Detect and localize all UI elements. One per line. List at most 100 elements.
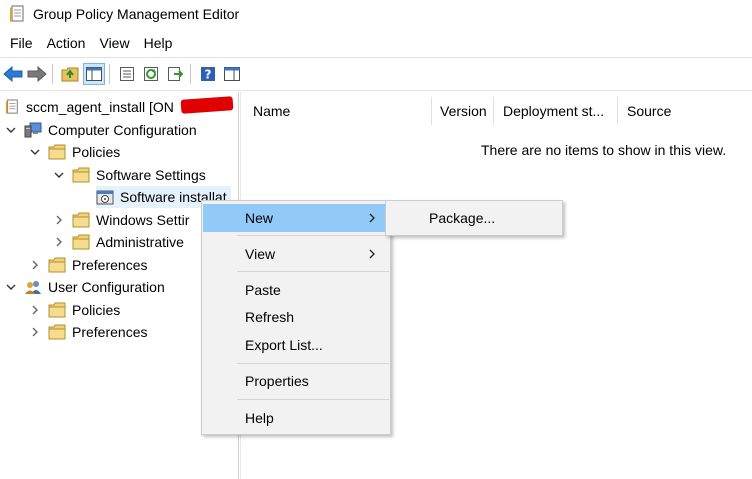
column-header-source[interactable]: Source <box>618 97 752 125</box>
toolbar-separator <box>190 64 191 84</box>
show-hide-tree-icon <box>86 67 102 81</box>
refresh-icon <box>144 67 158 81</box>
menu-separator <box>237 399 389 400</box>
up-folder-icon <box>61 67 79 82</box>
tree-item-software-settings[interactable]: Software Settings <box>52 164 206 186</box>
menu-item-export-list[interactable]: Export List... <box>203 331 389 359</box>
properties-button[interactable] <box>116 63 138 85</box>
menu-item-refresh[interactable]: Refresh <box>203 303 389 331</box>
menu-item-new[interactable]: New <box>203 204 389 232</box>
tree-item-computer-configuration[interactable]: Computer Configuration <box>4 119 197 141</box>
empty-list-message: There are no items to show in this view. <box>481 142 727 158</box>
tree-item-root[interactable]: sccm_agent_install [ON <box>5 96 174 118</box>
gpo-editor-app-icon <box>10 5 24 22</box>
tree-item-cc-policies[interactable]: Policies <box>28 141 120 163</box>
chevron-right-icon <box>369 213 375 223</box>
toolbar-separator <box>109 64 110 84</box>
column-header-version[interactable]: Version <box>432 97 494 125</box>
tree-label: User Configuration <box>48 279 165 295</box>
action-pane-icon <box>224 67 240 81</box>
menu-separator <box>237 363 389 364</box>
toolbar: ? <box>0 60 243 88</box>
chevron-right-icon[interactable] <box>52 235 66 249</box>
tree-item-windows-settings[interactable]: Windows Settir <box>52 209 189 231</box>
chevron-down-icon[interactable] <box>4 123 18 137</box>
context-menu: New View Paste Refresh Export List... Pr… <box>201 200 391 435</box>
tree-item-cc-preferences[interactable]: Preferences <box>28 254 147 276</box>
folder-icon <box>48 302 66 318</box>
help-button[interactable]: ? <box>197 63 219 85</box>
chevron-right-icon[interactable] <box>52 213 66 227</box>
software-installation-icon <box>96 190 114 205</box>
folder-icon <box>48 257 66 273</box>
chevron-right-icon[interactable] <box>28 258 42 272</box>
menu-item-help[interactable]: Help <box>203 404 389 432</box>
tree-label: Preferences <box>72 257 148 273</box>
toolbar-separator <box>52 64 53 84</box>
menu-bar: File Action View Help <box>0 31 179 55</box>
properties-icon <box>120 67 134 81</box>
show-hide-console-tree-button[interactable] <box>83 63 105 85</box>
chevron-right-icon[interactable] <box>28 303 42 317</box>
menu-item-label: Help <box>245 410 274 426</box>
column-header-name[interactable]: Name <box>242 97 432 125</box>
menu-separator <box>0 57 752 58</box>
tree-item-user-configuration[interactable]: User Configuration <box>4 276 165 298</box>
export-list-icon <box>168 67 183 81</box>
computer-configuration-icon <box>24 122 42 138</box>
menu-item-paste[interactable]: Paste <box>203 276 389 304</box>
menu-item-label: Refresh <box>245 309 295 325</box>
title-bar: Group Policy Management Editor <box>0 0 752 28</box>
menu-file[interactable]: File <box>0 35 40 51</box>
folder-icon <box>72 167 90 183</box>
help-icon: ? <box>201 67 215 82</box>
menu-action[interactable]: Action <box>40 35 93 51</box>
refresh-button[interactable] <box>140 63 162 85</box>
tree-label: Windows Settir <box>96 212 190 228</box>
menu-item-label: New <box>245 210 274 226</box>
user-configuration-icon <box>25 281 41 294</box>
new-submenu: Package... <box>385 200 563 236</box>
chevron-down-icon[interactable] <box>52 168 66 182</box>
chevron-down-icon[interactable] <box>4 280 18 294</box>
gpo-document-icon <box>5 99 18 114</box>
tree-label: Computer Configuration <box>48 122 197 138</box>
menu-item-properties[interactable]: Properties <box>203 367 389 395</box>
folder-icon <box>72 234 90 250</box>
menu-view[interactable]: View <box>92 35 136 51</box>
tree-label: sccm_agent_install [ON <box>26 99 174 115</box>
menu-separator <box>237 271 389 272</box>
menu-item-label: Properties <box>245 373 309 389</box>
menu-item-package[interactable]: Package... <box>387 204 561 232</box>
menu-item-label: View <box>245 246 276 262</box>
menu-separator <box>237 235 389 236</box>
toolbar-separator-line <box>0 90 752 91</box>
menu-item-label: Export List... <box>245 337 323 353</box>
show-hide-action-pane-button[interactable] <box>221 63 243 85</box>
folder-icon <box>72 212 90 228</box>
column-header-deployment-state[interactable]: Deployment st... <box>494 97 618 125</box>
folder-icon <box>48 144 66 160</box>
svg-text:?: ? <box>205 68 212 82</box>
chevron-right-icon[interactable] <box>28 325 42 339</box>
forward-icon <box>27 66 47 82</box>
window-title: Group Policy Management Editor <box>33 6 240 22</box>
menu-item-view[interactable]: View <box>203 240 389 268</box>
menu-item-label: Paste <box>245 282 281 298</box>
forward-button[interactable] <box>26 63 48 85</box>
chevron-down-icon[interactable] <box>28 145 42 159</box>
tree-item-uc-preferences[interactable]: Preferences <box>28 321 147 343</box>
menu-item-label: Package... <box>429 210 496 226</box>
back-button[interactable] <box>2 63 24 85</box>
menu-help[interactable]: Help <box>137 35 180 51</box>
folder-icon <box>48 324 66 340</box>
tree-label: Policies <box>72 302 121 318</box>
tree-item-uc-policies[interactable]: Policies <box>28 299 120 321</box>
tree-label: Administrative <box>96 234 184 250</box>
tree-label: Preferences <box>72 324 148 340</box>
export-list-button[interactable] <box>164 63 186 85</box>
tree-label: Software Settings <box>96 167 206 183</box>
up-one-level-button[interactable] <box>59 63 81 85</box>
tree-label: Policies <box>72 144 121 160</box>
tree-item-administrative-templates[interactable]: Administrative <box>52 231 184 253</box>
